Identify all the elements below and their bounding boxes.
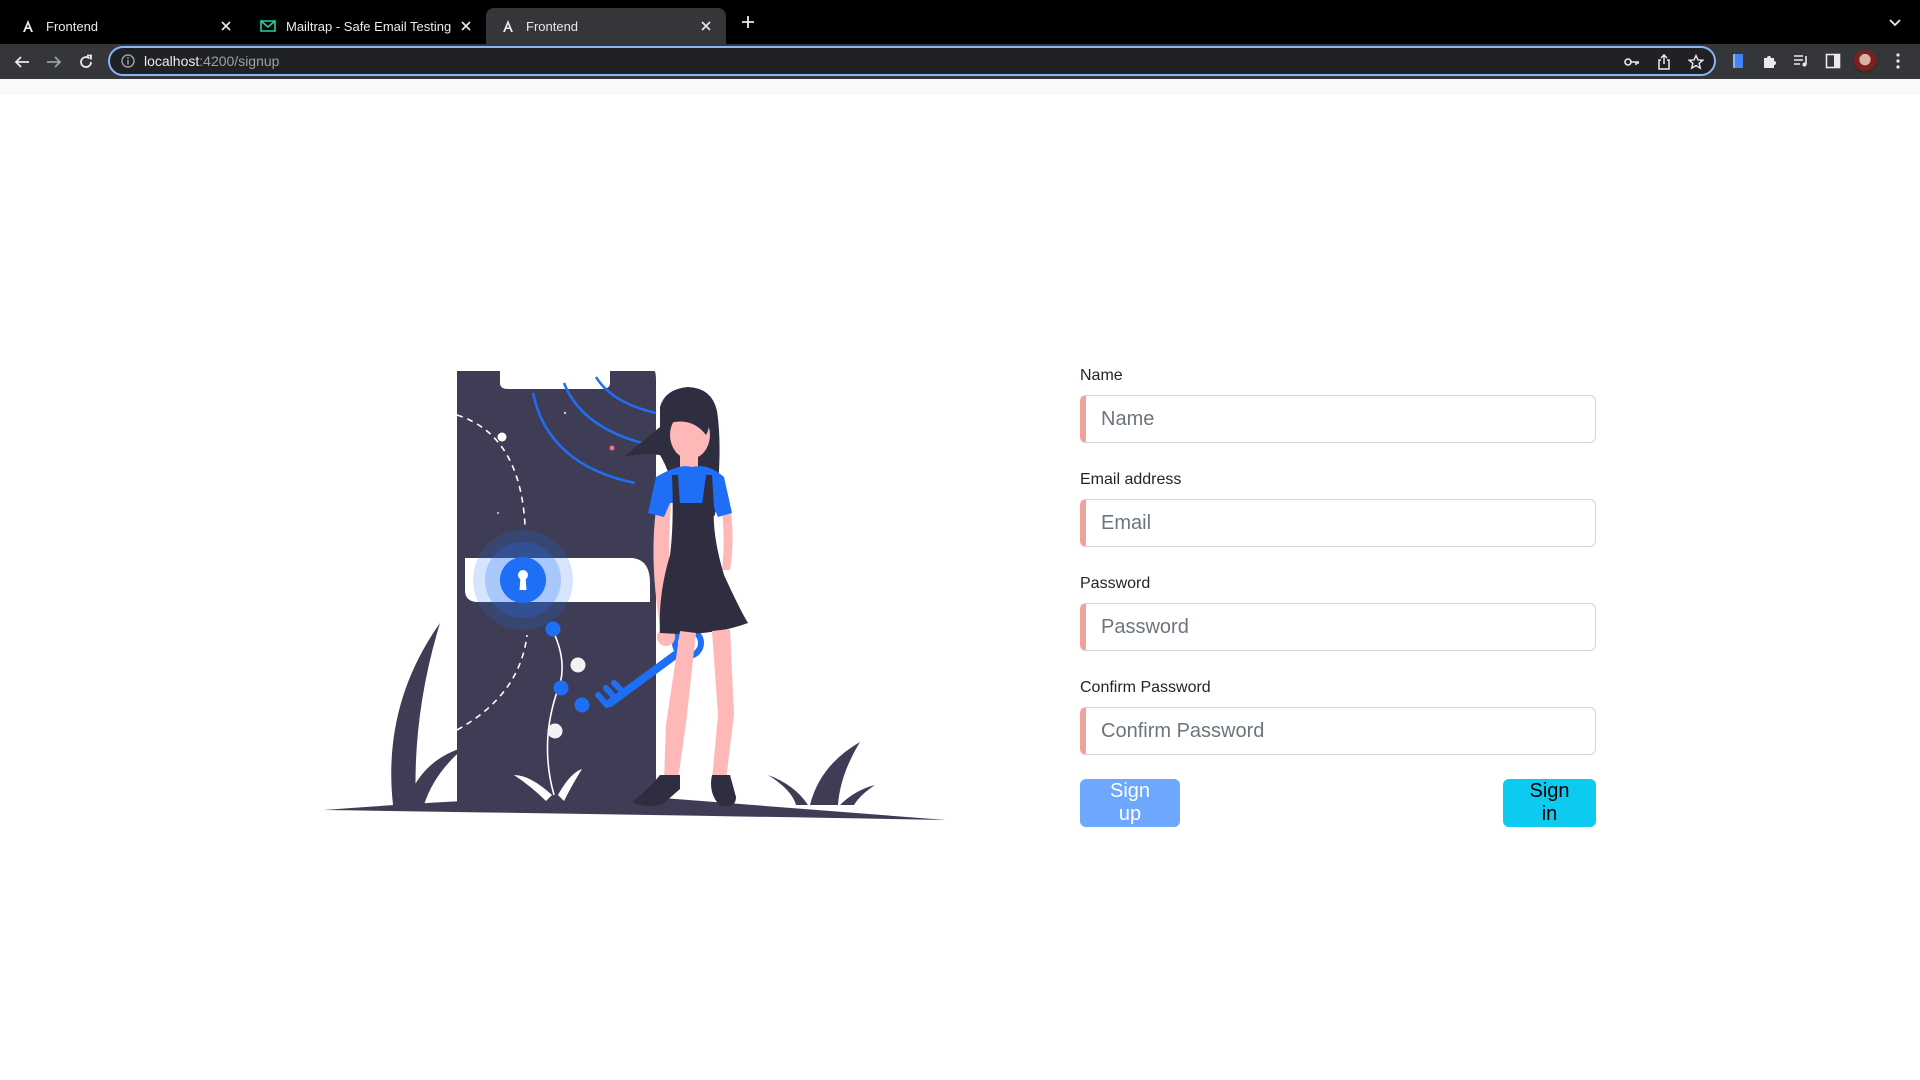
tab-title: Mailtrap - Safe Email Testing (286, 18, 452, 34)
confirm-password-input[interactable] (1086, 708, 1595, 754)
back-button[interactable] (9, 49, 35, 75)
side-panel-icon[interactable] (1822, 50, 1844, 72)
info-icon[interactable] (120, 53, 136, 69)
email-label: Email address (1080, 471, 1182, 488)
profile-avatar[interactable] (1853, 50, 1877, 74)
email-field-wrapper (1080, 499, 1596, 547)
puzzle-icon[interactable] (1758, 50, 1780, 72)
confirm-password-label: Confirm Password (1080, 679, 1211, 696)
close-icon[interactable] (214, 14, 238, 38)
forward-button[interactable] (41, 49, 67, 75)
new-tab-button[interactable] (738, 12, 758, 32)
signup-button[interactable]: Sign up (1080, 779, 1180, 827)
tab-title: Frontend (526, 18, 579, 34)
address-bar[interactable]: localhost:4200/signup (108, 46, 1716, 76)
password-label: Password (1080, 575, 1151, 592)
login-illustration (320, 365, 960, 825)
reload-button[interactable] (73, 49, 99, 75)
close-icon[interactable] (694, 14, 718, 38)
angular-icon (20, 18, 36, 34)
url-host: localhost (144, 53, 200, 69)
password-field-wrapper (1080, 603, 1596, 651)
form-actions: Sign up Sign in (1080, 779, 1596, 827)
page-top-strip (0, 79, 1920, 95)
confirm-password-field-wrapper (1080, 707, 1596, 755)
signup-form: Name Email address Password Confirm Pass… (1080, 365, 1596, 827)
signin-button[interactable]: Sign in (1503, 779, 1596, 827)
url-text: localhost:4200/signup (144, 53, 279, 69)
name-input[interactable] (1086, 396, 1595, 442)
key-icon[interactable] (1622, 52, 1642, 72)
kebab-menu-icon[interactable] (1887, 50, 1909, 72)
name-label: Name (1080, 367, 1123, 384)
email-input[interactable] (1086, 500, 1595, 546)
browser-tab-strip: Frontend Mailtrap - Safe Email Testing F… (0, 0, 1920, 44)
browser-tab[interactable]: Frontend (0, 8, 246, 44)
close-icon[interactable] (454, 14, 478, 38)
tab-title: Frontend (46, 18, 99, 34)
password-input[interactable] (1086, 604, 1595, 650)
mailtrap-icon (260, 18, 276, 34)
media-icon[interactable] (1790, 50, 1812, 72)
extension-icon[interactable] (1727, 50, 1749, 72)
angular-icon (500, 18, 516, 34)
star-icon[interactable] (1686, 52, 1706, 72)
browser-tab[interactable]: Mailtrap - Safe Email Testing (246, 8, 486, 44)
share-icon[interactable] (1654, 52, 1674, 72)
browser-tab-active[interactable]: Frontend (486, 8, 726, 44)
chevron-down-icon[interactable] (1886, 14, 1904, 32)
name-field-wrapper (1080, 395, 1596, 443)
browser-toolbar: localhost:4200/signup (0, 44, 1920, 79)
url-path: :4200/signup (199, 53, 280, 69)
